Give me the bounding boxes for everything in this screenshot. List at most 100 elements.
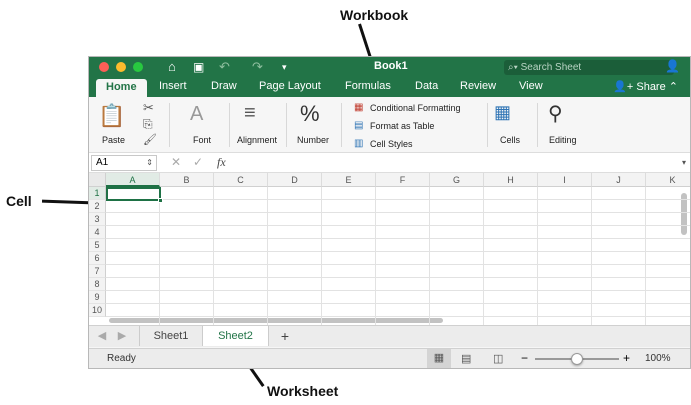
ribbon-tabs: Home Insert Draw Page Layout Formulas Da… xyxy=(89,77,690,97)
selected-cell-a1[interactable] xyxy=(106,187,163,203)
format-painter-icon[interactable]: 🖌 xyxy=(143,133,157,146)
tab-formulas[interactable]: Formulas xyxy=(345,80,391,92)
status-text: Ready xyxy=(107,353,136,364)
name-box[interactable]: A1 ⇕ xyxy=(91,155,157,171)
column-header[interactable]: H xyxy=(484,173,538,187)
page-layout-view-icon[interactable]: ▤ xyxy=(461,352,471,365)
add-sheet-button[interactable]: + xyxy=(275,326,295,346)
font-label: Font xyxy=(193,135,212,145)
magnifier-icon[interactable]: ⚲ xyxy=(548,101,563,126)
alignment-icon[interactable]: ≡ xyxy=(244,102,256,125)
worksheet-grid: A B C D E F G H I J K 1 2 3 4 5 6 7 8 9 10 xyxy=(89,173,690,325)
status-bar: Ready ▦ ▤ ◫ − + 100% xyxy=(89,348,690,368)
search-input[interactable]: ⌕▾ Search Sheet xyxy=(504,60,674,75)
normal-view-icon[interactable]: ▦ xyxy=(427,349,451,368)
row-header[interactable]: 10 xyxy=(89,304,106,317)
home-icon[interactable]: ⌂ xyxy=(168,59,176,75)
format-as-table-icon[interactable]: ▤ xyxy=(354,120,363,131)
sheet-tab-sheet2[interactable]: Sheet2 xyxy=(203,326,269,346)
add-person-icon: 👤+ xyxy=(613,81,637,93)
zoom-out-button[interactable]: − xyxy=(521,351,528,365)
copy-icon[interactable]: ⎘ xyxy=(143,117,153,132)
tab-draw[interactable]: Draw xyxy=(211,80,237,92)
undo-icon[interactable]: ↶ xyxy=(219,59,230,75)
worksheet-annotation: Worksheet xyxy=(267,383,339,399)
column-header[interactable]: E xyxy=(322,173,376,187)
customize-toolbar-icon[interactable]: ▾ xyxy=(282,59,287,75)
column-header[interactable]: A xyxy=(106,173,160,187)
row-header[interactable]: 8 xyxy=(89,278,106,291)
zoom-slider-thumb[interactable] xyxy=(571,353,583,365)
column-header[interactable]: D xyxy=(268,173,322,187)
zoom-level: 100% xyxy=(645,353,671,364)
column-header[interactable]: G xyxy=(430,173,484,187)
cells-icon[interactable]: ▦ xyxy=(494,102,511,123)
insert-function-icon[interactable]: fx xyxy=(217,155,226,170)
column-header[interactable]: K xyxy=(646,173,690,187)
search-icon: ⌕▾ xyxy=(508,62,521,73)
next-sheet-icon[interactable]: ▶ xyxy=(115,326,129,346)
search-placeholder: Search Sheet xyxy=(520,62,582,73)
format-as-table-label[interactable]: Format as Table xyxy=(370,121,434,131)
tab-review[interactable]: Review xyxy=(460,80,496,92)
tab-page-layout[interactable]: Page Layout xyxy=(259,80,321,92)
column-header[interactable]: F xyxy=(376,173,430,187)
stepper-icon: ⇕ xyxy=(146,158,153,167)
minimize-button[interactable] xyxy=(116,62,126,72)
page-break-view-icon[interactable]: ◫ xyxy=(493,352,503,365)
tab-home[interactable]: Home xyxy=(96,79,147,97)
row-header[interactable]: 4 xyxy=(89,226,106,239)
column-header[interactable]: C xyxy=(214,173,268,187)
column-header[interactable]: J xyxy=(592,173,646,187)
window-title: Book1 xyxy=(374,60,408,72)
row-header[interactable]: 2 xyxy=(89,200,106,213)
cell-styles-label[interactable]: Cell Styles xyxy=(370,139,413,149)
close-button[interactable] xyxy=(99,62,109,72)
select-all-button[interactable] xyxy=(89,173,106,187)
user-icon[interactable]: 👤 xyxy=(665,59,680,73)
save-icon[interactable]: ▣ xyxy=(193,59,204,75)
sheet-tabs-bar: ◀ ▶ Sheet1 Sheet2 + xyxy=(89,325,690,347)
formula-bar: A1 ⇕ ✕ ✓ fx ▾ xyxy=(89,153,690,173)
formula-input[interactable] xyxy=(237,156,676,170)
font-icon[interactable]: A xyxy=(190,103,203,126)
fill-handle[interactable] xyxy=(158,198,163,203)
sheet-tab-sheet1[interactable]: Sheet1 xyxy=(139,326,203,346)
alignment-label: Alignment xyxy=(237,135,278,145)
expand-formula-icon[interactable]: ▾ xyxy=(682,158,686,167)
row-header[interactable]: 6 xyxy=(89,252,106,265)
workbook-annotation: Workbook xyxy=(340,7,409,23)
excel-window: ⌂ ▣ ↶ ↷ ▾ Book1 ⌕▾ Search Sheet 👤 Home I… xyxy=(88,56,691,369)
enter-icon[interactable]: ✓ xyxy=(193,155,203,169)
row-header[interactable]: 3 xyxy=(89,213,106,226)
cut-icon[interactable]: ✂ xyxy=(143,100,154,116)
zoom-button[interactable] xyxy=(133,62,143,72)
conditional-formatting-icon[interactable]: ▦ xyxy=(354,102,363,113)
cells-label: Cells xyxy=(500,135,521,145)
paste-label: Paste xyxy=(102,135,126,145)
redo-icon[interactable]: ↷ xyxy=(252,59,263,75)
column-header[interactable]: B xyxy=(160,173,214,187)
cancel-icon[interactable]: ✕ xyxy=(171,155,181,169)
row-header[interactable]: 1 xyxy=(89,187,106,200)
prev-sheet-icon[interactable]: ◀ xyxy=(95,326,109,346)
tab-view[interactable]: View xyxy=(519,80,543,92)
editing-label: Editing xyxy=(549,135,577,145)
tab-insert[interactable]: Insert xyxy=(159,80,187,92)
zoom-in-button[interactable]: + xyxy=(623,351,630,365)
conditional-formatting-label[interactable]: Conditional Formatting xyxy=(370,103,461,113)
row-header[interactable]: 5 xyxy=(89,239,106,252)
cell-styles-icon[interactable]: ▥ xyxy=(354,138,363,149)
tab-data[interactable]: Data xyxy=(415,80,438,92)
percent-icon[interactable]: % xyxy=(300,101,320,127)
number-label: Number xyxy=(297,135,330,145)
row-header[interactable]: 9 xyxy=(89,291,106,304)
row-header[interactable]: 7 xyxy=(89,265,106,278)
ribbon: 📋 Paste ✂ ⎘ 🖌 A Font ≡ Alignment % Numbe… xyxy=(89,97,690,153)
zoom-slider[interactable] xyxy=(535,353,619,365)
paste-icon[interactable]: 📋 xyxy=(98,103,125,129)
name-box-value: A1 xyxy=(96,157,109,168)
share-button[interactable]: 👤+ Share ⌃ xyxy=(613,80,678,93)
share-label: Share xyxy=(636,81,666,93)
column-header[interactable]: I xyxy=(538,173,592,187)
